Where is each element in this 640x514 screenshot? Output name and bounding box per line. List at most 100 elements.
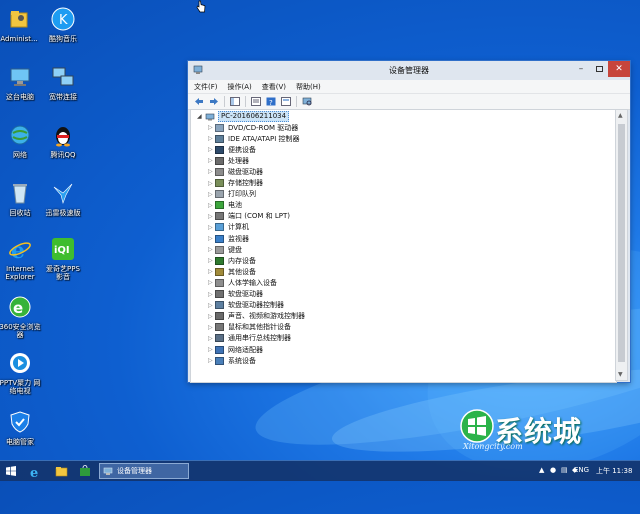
properties-button[interactable] bbox=[250, 96, 262, 107]
clock[interactable]: 上午 11:38 bbox=[596, 466, 632, 476]
back-arrow-icon bbox=[195, 98, 203, 105]
device-category-row[interactable]: ▷ 软盘驱动器控制器 bbox=[208, 300, 284, 311]
tray-expand-arrow-icon[interactable]: ▲ bbox=[539, 466, 544, 474]
device-category-row[interactable]: ▷ 鼠标和其他指针设备 bbox=[208, 322, 291, 333]
expand-arrow-icon[interactable]: ▷ bbox=[208, 257, 215, 264]
maximize-button[interactable] bbox=[590, 61, 608, 77]
tree-root-node[interactable]: ◢ PC-201606211034 bbox=[197, 111, 290, 122]
expand-arrow-icon[interactable]: ▷ bbox=[208, 279, 215, 286]
device-manager-window[interactable]: 设备管理器 – ✕ 文件(F) 操作(A) 查看(V) 帮助(H) ? ◢ PC… bbox=[188, 61, 630, 383]
desktop-icon-label: 360安全浏览 器 bbox=[0, 323, 41, 339]
device-category-row[interactable]: ▷ 通用串行总线控制器 bbox=[208, 333, 291, 344]
device-category-row[interactable]: ▷ 软盘驱动器 bbox=[208, 289, 263, 300]
taskbar-device-manager-button[interactable]: 设备管理器 bbox=[99, 463, 189, 479]
desktop-icon-recycle-bin[interactable]: 回收站 bbox=[0, 179, 42, 217]
menu-help[interactable]: 帮助(H) bbox=[296, 82, 321, 92]
expand-arrow-icon[interactable]: ▷ bbox=[208, 357, 215, 364]
device-category-row[interactable]: ▷ 打印队列 bbox=[208, 189, 256, 200]
expand-arrow-icon[interactable]: ▷ bbox=[208, 135, 215, 142]
expand-arrow-icon[interactable]: ▷ bbox=[208, 224, 215, 231]
taskbar-ie-button[interactable]: e bbox=[26, 463, 44, 479]
show-hide-console-tree-button[interactable] bbox=[229, 96, 241, 107]
back-button[interactable] bbox=[193, 96, 205, 107]
device-category-row[interactable]: ▷ 计算机 bbox=[208, 222, 249, 233]
collapse-arrow-icon[interactable]: ◢ bbox=[197, 113, 205, 120]
desktop-icon-broadband[interactable]: 宽带连接 bbox=[41, 63, 85, 101]
expand-arrow-icon[interactable]: ▷ bbox=[208, 291, 215, 298]
expand-arrow-icon[interactable]: ▷ bbox=[208, 246, 215, 253]
scrollbar-thumb[interactable] bbox=[618, 124, 625, 362]
desktop-icon-this-pc[interactable]: 这台电脑 bbox=[0, 63, 42, 101]
details-view-button[interactable] bbox=[280, 96, 292, 107]
menu-view[interactable]: 查看(V) bbox=[262, 82, 286, 92]
expand-arrow-icon[interactable]: ▷ bbox=[208, 324, 215, 331]
tray-network-icon[interactable]: ▤ bbox=[561, 466, 568, 474]
device-category-row[interactable]: ▷ 内存设备 bbox=[208, 255, 256, 266]
expand-arrow-icon[interactable]: ▷ bbox=[208, 202, 215, 209]
network-adapter-icon bbox=[215, 345, 224, 354]
device-category-row[interactable]: ▷ 监视器 bbox=[208, 233, 249, 244]
sound-icon bbox=[215, 312, 224, 321]
device-category-row[interactable]: ▷ 声音、视频和游戏控制器 bbox=[208, 311, 305, 322]
expand-arrow-icon[interactable]: ▷ bbox=[208, 180, 215, 187]
device-tree[interactable]: ◢ PC-201606211034 ▷ DVD/CD-ROM 驱动器 ▷ IDE AT… bbox=[190, 109, 617, 383]
device-category-label: 通用串行总线控制器 bbox=[228, 334, 291, 343]
device-category-row[interactable]: ▷ 存储控制器 bbox=[208, 178, 263, 189]
device-category-row[interactable]: ▷ IDE ATA/ATAPI 控制器 bbox=[208, 133, 300, 144]
taskbar-store-button[interactable] bbox=[76, 463, 94, 479]
desktop-icon-qq[interactable]: 腾讯QQ bbox=[41, 121, 85, 159]
desktop-icon-pc-manager[interactable]: 电脑管家 bbox=[0, 408, 42, 446]
device-category-row[interactable]: ▷ 便携设备 bbox=[208, 144, 256, 155]
window-titlebar[interactable]: 设备管理器 – ✕ bbox=[188, 61, 630, 80]
expand-arrow-icon[interactable]: ▷ bbox=[208, 124, 215, 131]
expand-arrow-icon[interactable]: ▷ bbox=[208, 213, 215, 220]
close-button[interactable]: ✕ bbox=[608, 61, 630, 77]
menu-action[interactable]: 操作(A) bbox=[228, 82, 252, 92]
device-category-row[interactable]: ▷ 键盘 bbox=[208, 244, 242, 255]
tray-user-icon[interactable]: ● bbox=[550, 466, 556, 474]
start-button[interactable] bbox=[4, 463, 18, 479]
vertical-scrollbar[interactable]: ▲ ▼ bbox=[615, 109, 628, 381]
device-category-row[interactable]: ▷ DVD/CD-ROM 驱动器 bbox=[208, 122, 298, 133]
desktop-icon-iqiyi[interactable]: iQI 爱奇艺PPS 影音 bbox=[41, 235, 85, 281]
disk-drive-icon bbox=[215, 167, 224, 176]
device-category-row[interactable]: ▷ 处理器 bbox=[208, 155, 249, 166]
desktop-icon-label: PPTV聚力 网 络电视 bbox=[0, 379, 41, 395]
file-explorer-folder-icon bbox=[55, 466, 67, 476]
device-category-row[interactable]: ▷ 其他设备 bbox=[208, 266, 256, 277]
menu-file[interactable]: 文件(F) bbox=[194, 82, 218, 92]
desktop-icon-360-browser[interactable]: e 360安全浏览 器 bbox=[0, 293, 42, 339]
device-category-row[interactable]: ▷ 人体学输入设备 bbox=[208, 277, 277, 288]
desktop-icon-thunder[interactable]: 迅雷极速版 bbox=[41, 179, 85, 217]
expand-arrow-icon[interactable]: ▷ bbox=[208, 268, 215, 275]
forward-button[interactable] bbox=[208, 96, 220, 107]
help-button[interactable]: ? bbox=[265, 96, 277, 107]
device-category-row[interactable]: ▷ 端口 (COM 和 LPT) bbox=[208, 211, 290, 222]
expand-arrow-icon[interactable]: ▷ bbox=[208, 335, 215, 342]
expand-arrow-icon[interactable]: ▷ bbox=[208, 302, 215, 309]
desktop-icon-pptv[interactable]: PPTV聚力 网 络电视 bbox=[0, 349, 42, 395]
taskbar-explorer-button[interactable] bbox=[52, 463, 70, 479]
expand-arrow-icon[interactable]: ▷ bbox=[208, 168, 215, 175]
scan-hardware-button[interactable] bbox=[301, 96, 313, 107]
desktop-icon-administrator[interactable]: Administ... bbox=[0, 5, 41, 43]
expand-arrow-icon[interactable]: ▷ bbox=[208, 346, 215, 353]
scroll-down-arrow-icon[interactable]: ▼ bbox=[618, 371, 623, 378]
device-category-row[interactable]: ▷ 系统设备 bbox=[208, 355, 256, 366]
desktop-icon-ie[interactable]: e Internet Explorer bbox=[0, 235, 42, 281]
expand-arrow-icon[interactable]: ▷ bbox=[208, 191, 215, 198]
expand-arrow-icon[interactable]: ▷ bbox=[208, 313, 215, 320]
expand-arrow-icon[interactable]: ▷ bbox=[208, 157, 215, 164]
input-language[interactable]: ENG bbox=[574, 466, 589, 474]
minimize-button[interactable]: – bbox=[572, 61, 590, 77]
device-category-row[interactable]: ▷ 磁盘驱动器 bbox=[208, 166, 263, 177]
monitor-icon bbox=[215, 234, 224, 243]
device-category-row[interactable]: ▷ 电池 bbox=[208, 200, 242, 211]
device-category-label: 软盘驱动器控制器 bbox=[228, 301, 284, 310]
desktop-icon-kugou[interactable]: K 酷狗音乐 bbox=[41, 5, 85, 43]
expand-arrow-icon[interactable]: ▷ bbox=[208, 235, 215, 242]
scroll-up-arrow-icon[interactable]: ▲ bbox=[618, 112, 623, 119]
device-category-row[interactable]: ▷ 网络适配器 bbox=[208, 344, 263, 355]
desktop-icon-network[interactable]: 网络 bbox=[0, 121, 42, 159]
expand-arrow-icon[interactable]: ▷ bbox=[208, 146, 215, 153]
